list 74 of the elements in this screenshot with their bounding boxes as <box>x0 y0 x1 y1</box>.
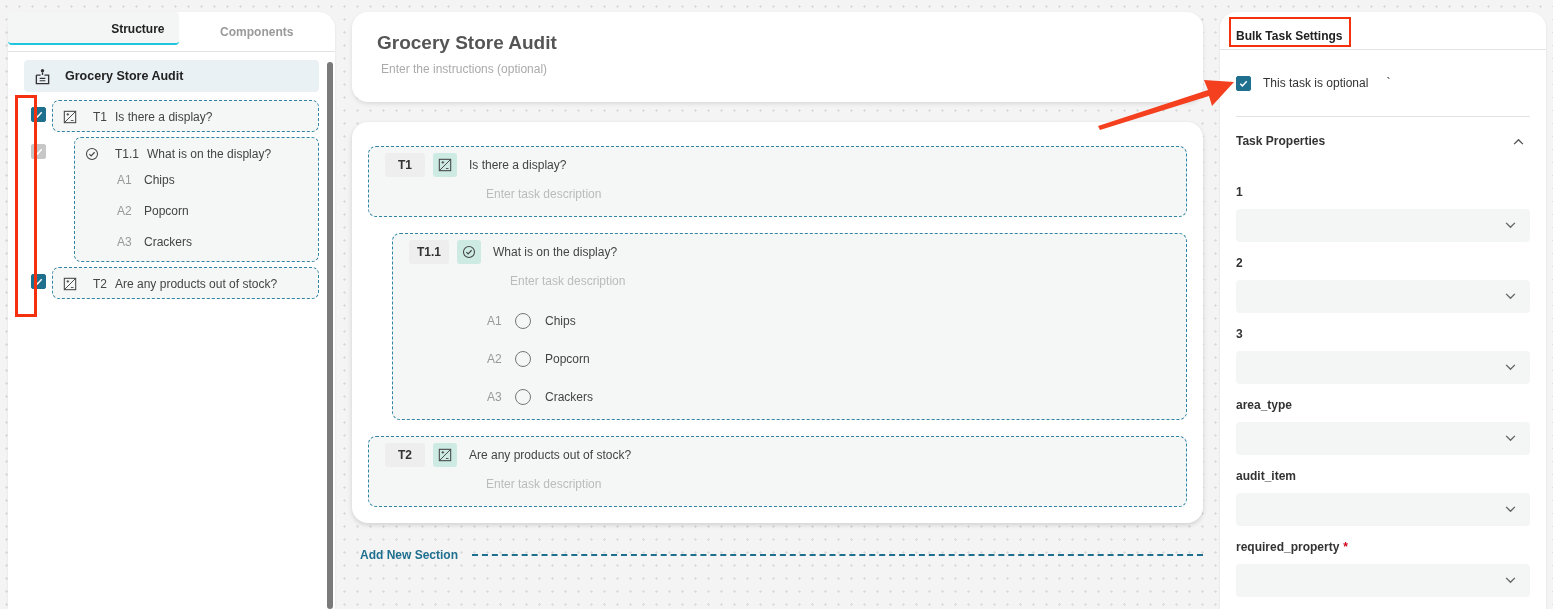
chevron-down-icon <box>1505 293 1516 300</box>
tree-item-card[interactable]: T2 Are any products out of stock? <box>52 267 319 299</box>
task-number: T1 <box>93 110 107 124</box>
answer-label: Chips <box>545 314 576 328</box>
field-label: area_type <box>1236 398 1293 414</box>
field-label: required_property <box>1236 540 1340 556</box>
image-icon <box>438 448 452 462</box>
task-card[interactable]: T2 Are any products out of stock? Enter task description <box>368 436 1187 507</box>
scrollbar[interactable] <box>327 62 333 609</box>
task-title: What is on the display? <box>147 147 272 161</box>
answer-number: A3 <box>117 234 133 249</box>
chevron-down-icon <box>1505 435 1516 442</box>
add-section-link[interactable]: Add New Section <box>360 548 458 562</box>
task-card[interactable]: T1 Is there a display? Enter task description <box>368 146 1187 217</box>
task-number: T2 <box>93 277 107 291</box>
dropdown-field[interactable] <box>1236 209 1530 242</box>
task-card[interactable]: T1.1 What is on the display? Enter task description A1 Chips A2 Popcorn A3 Crackers <box>392 233 1187 420</box>
field-label: 3 <box>1236 327 1243 343</box>
task-number: T2 <box>385 443 425 467</box>
image-icon <box>63 110 77 124</box>
instructions-field[interactable]: Enter the instructions (optional) <box>381 62 681 76</box>
checkbox[interactable] <box>1236 75 1251 91</box>
dropdown-field[interactable] <box>1236 280 1530 313</box>
answer-label: Chips <box>144 172 175 187</box>
answer-label: Crackers <box>144 234 192 249</box>
check-circle-icon <box>462 245 476 259</box>
panel-title: Bulk Task Settings <box>1236 29 1343 43</box>
dropdown-field[interactable] <box>1236 351 1530 384</box>
task-type-badge[interactable] <box>433 153 457 177</box>
question-text: Is there a display? <box>469 158 567 172</box>
form-icon <box>34 67 51 85</box>
answer-label: Popcorn <box>144 203 189 218</box>
dropdown-field[interactable] <box>1236 422 1530 455</box>
image-icon <box>438 158 452 172</box>
form-root-item[interactable]: Grocery Store Audit <box>24 60 319 92</box>
answer-number: A2 <box>487 352 503 366</box>
answer-number: A1 <box>487 314 503 328</box>
task-number: T1.1 <box>115 147 139 161</box>
chevron-down-icon <box>1505 577 1516 584</box>
chevron-down-icon <box>1505 364 1516 371</box>
tree-item-card[interactable]: T1 Is there a display? <box>52 100 319 132</box>
field-label: 1 <box>1236 185 1243 201</box>
image-icon <box>63 277 77 291</box>
answer-number: A1 <box>117 172 133 187</box>
section-title: Task Properties <box>1236 134 1326 148</box>
chevron-down-icon <box>1505 506 1516 513</box>
answer-label: Crackers <box>545 390 593 404</box>
required-asterisk: * <box>1343 540 1349 556</box>
checkbox-label: This task is optional <box>1263 76 1369 90</box>
form-title: Grocery Store Audit <box>377 32 558 54</box>
backtick-mark: ` <box>1386 76 1391 90</box>
task-type-badge[interactable] <box>433 443 457 467</box>
answer-number: A2 <box>117 203 133 218</box>
task-number: T1 <box>385 153 425 177</box>
description-field[interactable]: Enter task description <box>486 477 786 491</box>
panel-tab[interactable]: Structure <box>8 12 179 45</box>
field-label: audit_item <box>1236 469 1296 485</box>
question-text: What is on the display? <box>493 245 618 259</box>
check-circle-icon <box>85 147 99 161</box>
form-title: Grocery Store Audit <box>65 69 184 83</box>
description-field[interactable]: Enter task description <box>510 274 810 288</box>
answer-label: Popcorn <box>545 352 590 366</box>
chevron-down-icon <box>1505 222 1516 229</box>
answer-number: A3 <box>487 390 503 404</box>
task-type-badge[interactable] <box>457 240 481 264</box>
dropdown-field[interactable] <box>1236 493 1530 526</box>
chevron-up-icon[interactable] <box>1513 137 1524 145</box>
task-title: Are any products out of stock? <box>115 277 278 291</box>
dropdown-field[interactable] <box>1236 564 1530 597</box>
task-number: T1.1 <box>409 240 449 264</box>
question-text: Are any products out of stock? <box>469 448 632 462</box>
description-field[interactable]: Enter task description <box>486 187 786 201</box>
task-title: Is there a display? <box>115 110 213 124</box>
field-label: 2 <box>1236 256 1243 272</box>
